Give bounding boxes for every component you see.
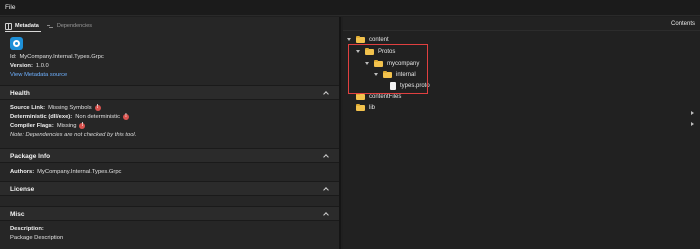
section-package-info[interactable]: Package Info — [0, 148, 339, 163]
section-misc-title: Misc — [10, 211, 25, 218]
description-label-row: Description: — [10, 226, 44, 232]
view-metadata-source-link[interactable]: View Metadata source — [10, 72, 67, 78]
description-value-row: Package Description — [10, 235, 63, 241]
dependencies-note: Note: Dependencies are not checked by th… — [10, 132, 136, 138]
id-label: Id: — [10, 54, 17, 60]
version-label: Version: — [10, 63, 33, 69]
source-link-value: Missing Symbols — [48, 105, 92, 111]
version-row: Version: 1.0.0 — [10, 63, 49, 69]
section-health-title: Health — [10, 90, 30, 97]
tree-item-lib[interactable]: lib — [347, 103, 695, 128]
version-value: 1.0.0 — [35, 63, 49, 69]
tree-item-label: lib — [369, 105, 376, 111]
authors-row: Authors: MyCompany.Internal.Types.Grpc — [10, 169, 121, 175]
chevron-right-icon[interactable] — [690, 110, 695, 117]
contents-header: Contents — [343, 17, 700, 31]
section-health[interactable]: Health — [0, 85, 339, 100]
section-misc[interactable]: Misc — [0, 206, 339, 221]
dependencies-icon — [46, 24, 54, 29]
deterministic-label: Deterministic (dll/exe): — [10, 114, 73, 120]
warning-icon — [122, 113, 129, 120]
source-link-row: Source Link: Missing Symbols — [10, 104, 101, 111]
section-package-info-title: Package Info — [10, 153, 51, 160]
source-link-label: Source Link: — [10, 105, 46, 111]
metadata-panel: Metadata Dependencies Id: MyCompany.Inte… — [0, 17, 341, 249]
package-icon — [10, 37, 23, 50]
chevron-down-icon[interactable] — [347, 37, 352, 43]
section-license[interactable]: License — [0, 181, 339, 196]
authors-value: MyCompany.Internal.Types.Grpc — [37, 169, 122, 175]
active-tab-indicator — [5, 31, 41, 32]
contents-title: Contents — [670, 21, 695, 27]
id-value: MyCompany.Internal.Types.Grpc — [19, 54, 104, 60]
section-license-title: License — [10, 186, 35, 193]
warning-icon — [94, 104, 101, 111]
tab-metadata-label: Metadata — [15, 23, 39, 29]
deterministic-row: Deterministic (dll/exe): Non determinist… — [10, 113, 129, 120]
metadata-icon — [5, 22, 12, 30]
folder-icon — [356, 92, 365, 100]
chevron-right-icon[interactable] — [690, 121, 695, 128]
highlight-box — [348, 44, 428, 94]
chevron-up-icon[interactable] — [323, 211, 329, 217]
view-metadata-source-row: View Metadata source — [10, 72, 67, 78]
authors-label: Authors: — [10, 169, 35, 175]
tree-item-label: content — [369, 37, 389, 43]
panel-tabs: Metadata Dependencies — [5, 21, 92, 31]
folder-icon — [356, 35, 365, 43]
chevron-up-icon[interactable] — [323, 186, 329, 192]
tab-metadata[interactable]: Metadata — [5, 22, 39, 30]
compiler-flags-row: Compiler Flags: Missing — [10, 122, 86, 129]
compiler-flags-value: Missing — [56, 123, 77, 129]
compiler-flags-label: Compiler Flags: — [10, 123, 54, 129]
file-menu[interactable]: File — [5, 4, 15, 11]
menu-bar: File — [0, 0, 700, 16]
chevron-up-icon[interactable] — [323, 90, 329, 96]
folder-icon — [356, 103, 365, 111]
id-row: Id: MyCompany.Internal.Types.Grpc — [10, 54, 104, 60]
tree-item-label: contentFiles — [369, 94, 402, 100]
deterministic-value: Non deterministic — [75, 114, 120, 120]
warning-icon — [79, 122, 86, 129]
tab-dependencies[interactable]: Dependencies — [46, 23, 93, 29]
description-label: Description: — [10, 226, 44, 232]
description-value: Package Description — [10, 235, 64, 241]
dependencies-note-text: Note: Dependencies are not checked by th… — [10, 132, 137, 138]
chevron-up-icon[interactable] — [323, 153, 329, 159]
tab-dependencies-label: Dependencies — [56, 23, 93, 29]
